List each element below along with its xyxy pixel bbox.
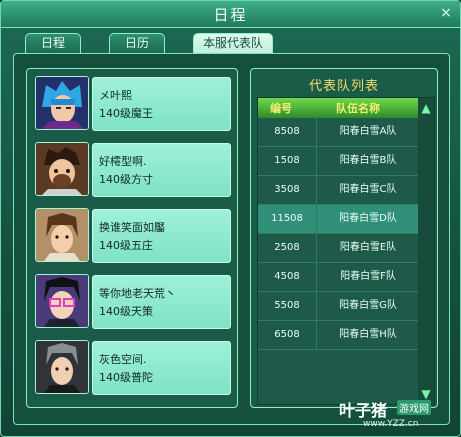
table-row[interactable]: 1508 阳春白雪B队: [258, 147, 418, 176]
window-title: 日程: [213, 6, 248, 24]
avatar: [35, 142, 89, 196]
player-level: 140级五庄: [99, 239, 153, 252]
team-name: 阳春白雪D队: [339, 213, 397, 224]
player-card[interactable]: 等你地老天荒丶 140级天策: [35, 274, 231, 330]
player-level: 140级魔王: [99, 107, 153, 120]
player-info: 灰色空间. 140级普陀: [92, 341, 231, 395]
player-card[interactable]: 好樗型啊. 140级方寸: [35, 142, 231, 198]
table-row[interactable]: 3508 阳春白雪C队: [258, 176, 418, 205]
scrollbar[interactable]: ▲ ▼: [418, 98, 434, 404]
team-id: 4508: [258, 263, 317, 291]
scroll-up-button[interactable]: ▲: [418, 100, 434, 116]
team-id: 1508: [258, 147, 317, 175]
avatar: [35, 340, 89, 394]
avatar: [35, 274, 89, 328]
team-name: 阳春白雪H队: [339, 329, 397, 340]
content-area: メ叶熙 140级魔王 好樗型啊. 140级方寸 换谁笑面如靨 140级五庄 等你…: [13, 53, 450, 425]
table-row[interactable]: 2508 阳春白雪E队: [258, 234, 418, 263]
team-name: 阳春白雪F队: [340, 271, 396, 282]
player-level: 140级天策: [99, 305, 153, 318]
team-name: 阳春白雪C队: [339, 184, 397, 195]
close-button[interactable]: ×: [438, 5, 454, 21]
column-header-id: 编号: [270, 102, 292, 115]
player-info: 换谁笑面如靨 140级五庄: [92, 209, 231, 263]
player-level: 140级普陀: [99, 371, 153, 384]
table-header: 编号 队伍名称: [258, 98, 418, 118]
team-name: 阳春白雪A队: [339, 126, 397, 137]
team-name: 阳春白雪E队: [339, 242, 397, 253]
title-bar: 日程 ×: [1, 1, 460, 28]
player-card[interactable]: 换谁笑面如靨 140级五庄: [35, 208, 231, 264]
team-id: 5508: [258, 292, 317, 320]
tab-server-team[interactable]: 本服代表队: [193, 33, 273, 53]
player-name: 好樗型啊.: [99, 155, 147, 168]
avatar: [35, 76, 89, 130]
player-card[interactable]: 灰色空间. 140级普陀: [35, 340, 231, 396]
team-id: 6508: [258, 321, 317, 349]
player-info: 等你地老天荒丶 140级天策: [92, 275, 231, 329]
team-id: 3508: [258, 176, 317, 204]
tab-schedule[interactable]: 日程: [25, 33, 81, 53]
team-list-title: 代表队列表: [308, 79, 379, 94]
watermark-brand: 叶子猪: [339, 401, 388, 420]
player-name: 等你地老天荒丶: [99, 287, 176, 300]
watermark-tag: 游戏网: [397, 400, 431, 415]
team-list-panel: 代表队列表 编号 队伍名称 8508 阳春白雪A队 1508 阳春白雪B队 35…: [250, 68, 438, 408]
team-id: 2508: [258, 234, 317, 262]
team-name: 阳春白雪B队: [339, 155, 397, 166]
player-name: 灰色空间.: [99, 353, 147, 366]
tab-calendar[interactable]: 日历: [109, 33, 165, 53]
table-row-selected[interactable]: 11508 阳春白雪D队: [258, 205, 418, 234]
table-row[interactable]: 4508 阳春白雪F队: [258, 263, 418, 292]
avatar: [35, 208, 89, 262]
player-info: メ叶熙 140级魔王: [92, 77, 231, 131]
team-table: 编号 队伍名称 8508 阳春白雪A队 1508 阳春白雪B队 3508 阳春白…: [257, 97, 435, 405]
table-row[interactable]: 5508 阳春白雪G队: [258, 292, 418, 321]
players-panel: メ叶熙 140级魔王 好樗型啊. 140级方寸 换谁笑面如靨 140级五庄 等你…: [26, 68, 238, 408]
watermark-url: www.YZZ.cn: [363, 419, 419, 429]
schedule-window: 日程 × 日程 日历 本服代表队 メ叶熙 140级魔王 好樗型啊. 140级方寸…: [0, 0, 461, 437]
table-row[interactable]: 6508 阳春白雪H队: [258, 321, 418, 350]
player-info: 好樗型啊. 140级方寸: [92, 143, 231, 197]
team-id: 8508: [258, 118, 317, 146]
player-name: 换谁笑面如靨: [99, 221, 165, 234]
site-watermark: 叶子猪 游戏网 www.YZZ.cn: [339, 397, 459, 435]
table-row[interactable]: 8508 阳春白雪A队: [258, 118, 418, 147]
player-level: 140级方寸: [99, 173, 153, 186]
team-id: 11508: [258, 205, 317, 233]
player-card[interactable]: メ叶熙 140级魔王: [35, 76, 231, 132]
column-header-team-name: 队伍名称: [336, 102, 380, 115]
team-name: 阳春白雪G队: [339, 300, 397, 311]
player-name: メ叶熙: [99, 89, 132, 102]
